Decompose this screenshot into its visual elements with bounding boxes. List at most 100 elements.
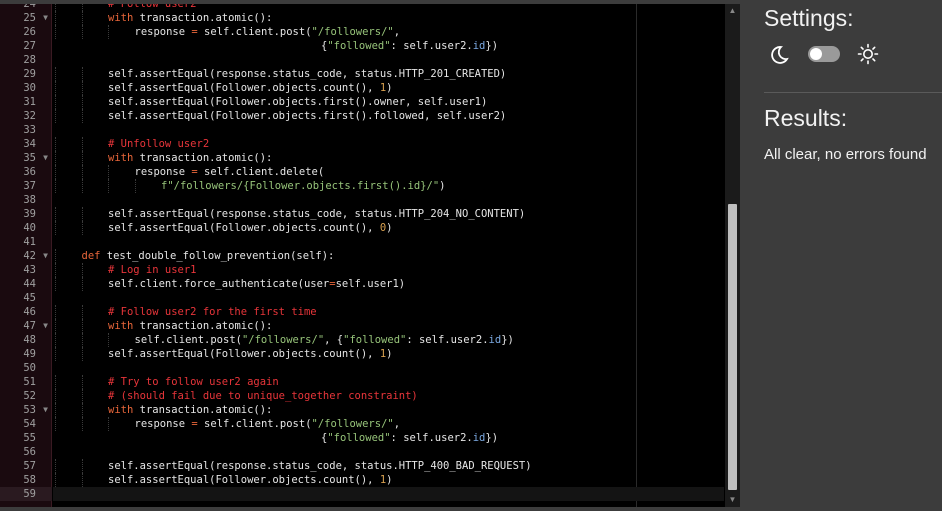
fold-arrow-icon[interactable]: ▼ xyxy=(43,249,48,263)
gutter-line: 49 xyxy=(0,347,52,361)
indent-guide xyxy=(81,4,83,11)
line-number: 54 xyxy=(23,418,36,430)
gutter-line: 52 xyxy=(0,389,52,403)
code-text: # Unfollow user2 xyxy=(108,138,210,150)
vertical-scrollbar[interactable]: ▲ ▼ xyxy=(725,4,740,507)
code-line[interactable] xyxy=(53,53,724,67)
code-line[interactable]: self.client.post("/followers/", {"follow… xyxy=(53,333,724,347)
line-number: 35 xyxy=(23,152,36,164)
code-line[interactable] xyxy=(53,487,724,501)
line-number: 42 xyxy=(23,250,36,262)
code-line[interactable]: self.assertEqual(Follower.objects.first(… xyxy=(53,95,724,109)
fold-arrow-icon[interactable]: ▼ xyxy=(43,11,48,25)
code-area[interactable]: # Follow user2 with transaction.atomic():… xyxy=(53,4,724,507)
gutter-line: 54 xyxy=(0,417,52,431)
line-number: 41 xyxy=(23,236,36,248)
gutter-line: 51 xyxy=(0,375,52,389)
code-line[interactable] xyxy=(53,193,724,207)
fold-arrow-icon[interactable]: ▼ xyxy=(43,151,48,165)
gutter-line: 25 ▼ xyxy=(0,11,52,25)
code-line[interactable] xyxy=(53,361,724,375)
code-line[interactable]: response = self.client.post("/followers/… xyxy=(53,417,724,431)
code-line[interactable] xyxy=(53,291,724,305)
code-line[interactable]: self.assertEqual(response.status_code, s… xyxy=(53,207,724,221)
code-line[interactable]: {"followed": self.user2.id}) xyxy=(53,39,724,53)
gutter-line: 32 xyxy=(0,109,52,123)
code-line[interactable]: # Follow user2 xyxy=(53,4,724,11)
code-line[interactable]: self.assertEqual(Follower.objects.count(… xyxy=(53,81,724,95)
code-line[interactable]: # Unfollow user2 xyxy=(53,137,724,151)
line-number: 24 xyxy=(23,4,36,10)
indent-guide xyxy=(81,11,83,25)
code-line[interactable]: # Try to follow user2 again xyxy=(53,375,724,389)
code-line[interactable]: with transaction.atomic(): xyxy=(53,11,724,25)
indent-guide xyxy=(81,375,83,389)
code-editor[interactable]: 24 25 ▼ 26 27 28 29 30 31 32 33 34 35 ▼ 36 37 38 39 40 41 42… xyxy=(0,4,740,507)
sun-icon[interactable] xyxy=(857,43,879,65)
indent-guide xyxy=(55,81,56,95)
code-text: self.assertEqual(Follower.objects.count(… xyxy=(108,222,393,234)
indent-guide xyxy=(134,179,136,193)
indent-guide xyxy=(81,417,83,431)
indent-guide xyxy=(55,403,56,417)
indent-guide xyxy=(81,305,83,319)
scroll-down-arrow-icon[interactable]: ▼ xyxy=(725,493,740,507)
code-line[interactable]: self.client.force_authenticate(user=self… xyxy=(53,277,724,291)
code-line[interactable]: response = self.client.delete( xyxy=(53,165,724,179)
line-number: 45 xyxy=(23,292,36,304)
code-line[interactable]: self.assertEqual(Follower.objects.count(… xyxy=(53,347,724,361)
code-line[interactable] xyxy=(53,123,724,137)
code-line[interactable]: response = self.client.post("/followers/… xyxy=(53,25,724,39)
code-line[interactable]: {"followed": self.user2.id}) xyxy=(53,431,724,445)
code-line[interactable]: # (should fail due to unique_together co… xyxy=(53,389,724,403)
gutter-line: 43 xyxy=(0,263,52,277)
gutter-line: 38 xyxy=(0,193,52,207)
gutter-line: 31 xyxy=(0,95,52,109)
line-number: 39 xyxy=(23,208,36,220)
gutter-line: 45 xyxy=(0,291,52,305)
gutter-line: 35 ▼ xyxy=(0,151,52,165)
line-number: 30 xyxy=(23,82,36,94)
indent-guide xyxy=(108,417,109,431)
code-line[interactable]: self.assertEqual(Follower.objects.count(… xyxy=(53,473,724,487)
code-line[interactable]: self.assertEqual(Follower.objects.first(… xyxy=(53,109,724,123)
theme-toggle[interactable] xyxy=(808,46,840,62)
code-line[interactable]: f"/followers/{Follower.objects.first().i… xyxy=(53,179,724,193)
moon-icon[interactable] xyxy=(768,44,790,66)
code-line[interactable]: def test_double_follow_prevention(self): xyxy=(53,249,724,263)
gutter-line: 44 xyxy=(0,277,52,291)
gutter-line: 42 ▼ xyxy=(0,249,52,263)
indent-guide xyxy=(81,109,83,123)
gutter-line: 40 xyxy=(0,221,52,235)
scroll-up-arrow-icon[interactable]: ▲ xyxy=(725,4,740,18)
panel-divider xyxy=(764,92,942,93)
scrollbar-thumb[interactable] xyxy=(728,204,737,490)
code-line[interactable]: self.assertEqual(response.status_code, s… xyxy=(53,67,724,81)
indent-guide xyxy=(55,417,56,431)
line-number: 52 xyxy=(23,390,36,402)
code-line[interactable]: with transaction.atomic(): xyxy=(53,151,724,165)
code-line[interactable]: with transaction.atomic(): xyxy=(53,319,724,333)
code-line[interactable]: # Log in user1 xyxy=(53,263,724,277)
code-text: {"followed": self.user2.id}) xyxy=(321,40,499,52)
indent-guide xyxy=(81,459,83,473)
line-number: 53 xyxy=(23,404,36,416)
indent-guide xyxy=(55,333,56,347)
line-number: 50 xyxy=(23,362,36,374)
fold-arrow-icon[interactable]: ▼ xyxy=(43,319,48,333)
code-text: self.assertEqual(Follower.objects.first(… xyxy=(108,110,507,122)
code-line[interactable] xyxy=(53,235,724,249)
code-line[interactable] xyxy=(53,445,724,459)
gutter-line: 30 xyxy=(0,81,52,95)
code-line[interactable]: with transaction.atomic(): xyxy=(53,403,724,417)
indent-guide xyxy=(55,25,56,39)
gutter-line: 24 xyxy=(0,4,52,11)
code-line[interactable]: # Follow user2 for the first time xyxy=(53,305,724,319)
gutter-line: 56 xyxy=(0,445,52,459)
code-line[interactable]: self.assertEqual(Follower.objects.count(… xyxy=(53,221,724,235)
indent-guide xyxy=(81,81,83,95)
code-line[interactable]: self.assertEqual(response.status_code, s… xyxy=(53,459,724,473)
fold-arrow-icon[interactable]: ▼ xyxy=(43,403,48,417)
code-text: with transaction.atomic(): xyxy=(108,152,273,164)
line-number: 51 xyxy=(23,376,36,388)
